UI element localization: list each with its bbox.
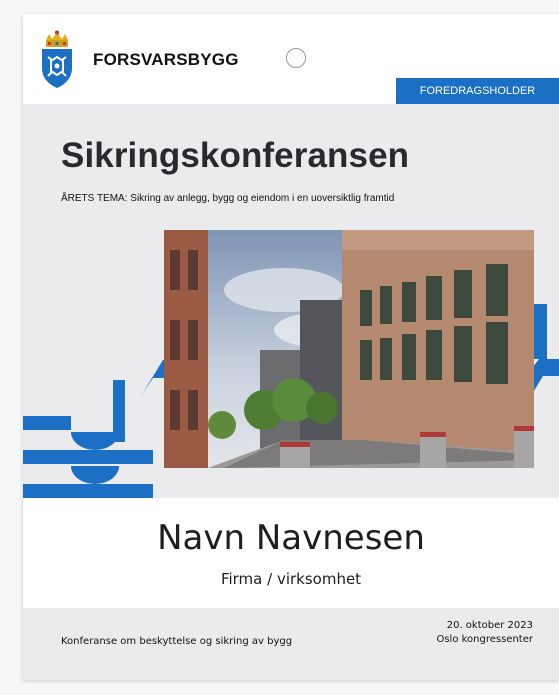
street-photo (164, 230, 534, 468)
conference-theme: ÅRETS TEMA: Sikring av anlegg, bygg og e… (61, 193, 395, 204)
decorative-pattern-left (23, 360, 173, 500)
brand-name: FORSVARSBYGG (93, 50, 239, 69)
forsvarsbygg-crest-icon (42, 30, 72, 88)
attendee-name: Navn Navnesen (157, 518, 425, 558)
conference-description: Konferanse om beskyttelse og sikring av … (61, 636, 293, 647)
name-panel: Navn Navnesen Firma / virksomhet (23, 498, 559, 608)
conference-title: Sikringskonferansen (61, 136, 410, 175)
event-venue: Oslo kongressenter (436, 634, 533, 645)
badge-header: FORSVARSBYGG FOREDRAGSHOLDER (23, 14, 559, 104)
lanyard-hole (286, 48, 306, 68)
event-date: 20. oktober 2023 (446, 620, 533, 631)
role-badge: FOREDRAGSHOLDER (396, 78, 559, 104)
event-details: 20. oktober 2023 Oslo kongressenter (436, 619, 533, 647)
attendee-company: Firma / virksomhet (220, 570, 362, 588)
name-badge: FORSVARSBYGG FOREDRAGSHOLDER Sikringskon… (23, 14, 559, 680)
